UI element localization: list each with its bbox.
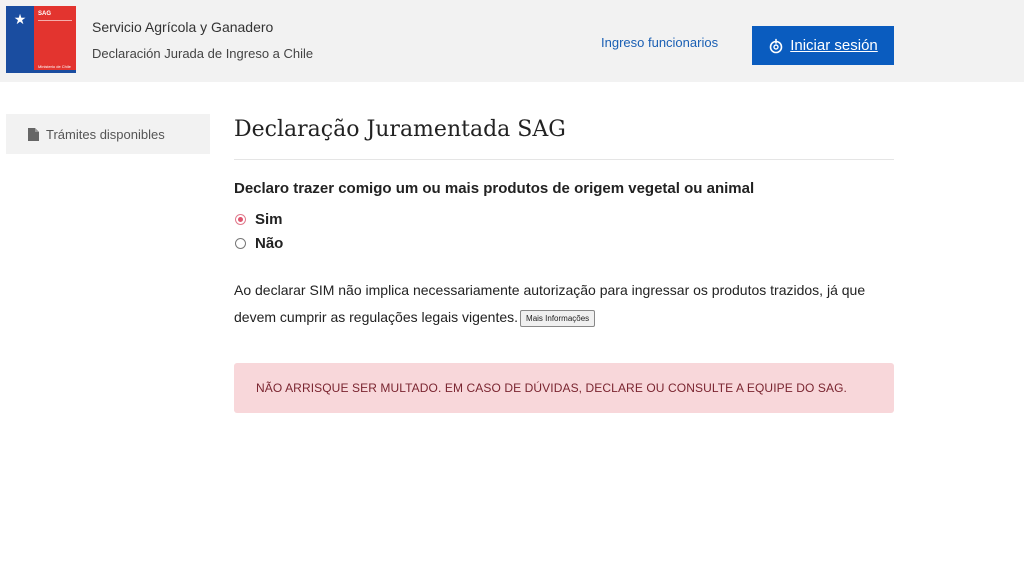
page-title: Declaração Juramentada SAG — [234, 117, 566, 142]
logo-baseline — [6, 70, 76, 73]
title-divider — [234, 159, 894, 160]
document-icon — [28, 127, 39, 141]
declaration-question: Declaro trazer comigo um ou mais produto… — [234, 180, 755, 197]
star-icon: ★ — [13, 11, 27, 27]
option-sim[interactable]: Sim — [234, 207, 894, 231]
more-info-button[interactable]: Mais Informações — [520, 309, 596, 327]
staff-login-link[interactable]: Ingreso funcionarios — [601, 35, 718, 50]
login-button[interactable]: Iniciar sesión — [752, 26, 894, 65]
option-sim-label: Sim — [255, 210, 283, 228]
login-button-label: Iniciar sesión — [790, 37, 878, 54]
org-subtitle: Declaración Jurada de Ingreso a Chile — [92, 46, 314, 61]
header: ★ SAG Ministerio de Chile Servicio Agríc… — [0, 0, 1024, 82]
logo-blue-band: ★ — [6, 6, 34, 73]
main-content: Declaração Juramentada SAG Declaro traze… — [234, 114, 894, 413]
sidebar-item-label: Trámites disponibles — [46, 126, 165, 142]
logo-footer-text: Ministerio de Chile — [38, 64, 71, 69]
logo-brand-text: SAG — [38, 11, 52, 17]
sidebar-item-tramites[interactable]: Trámites disponibles — [6, 114, 210, 154]
sag-logo[interactable]: ★ SAG Ministerio de Chile — [6, 6, 76, 73]
radio-sim[interactable] — [235, 213, 246, 225]
org-name: Servicio Agrícola y Ganadero — [92, 19, 274, 35]
warning-alert: NÃO ARRISQUE SER MULTADO. EM CASO DE DÚV… — [234, 363, 894, 413]
login-icon — [769, 38, 783, 53]
logo-red-band: SAG Ministerio de Chile — [34, 6, 76, 73]
radio-nao[interactable] — [235, 237, 246, 249]
logo-rule — [38, 20, 72, 28]
declaration-note: Ao declarar SIM não implica necessariame… — [234, 277, 894, 331]
option-nao-label: Não — [255, 234, 284, 252]
option-nao[interactable]: Não — [234, 231, 894, 255]
